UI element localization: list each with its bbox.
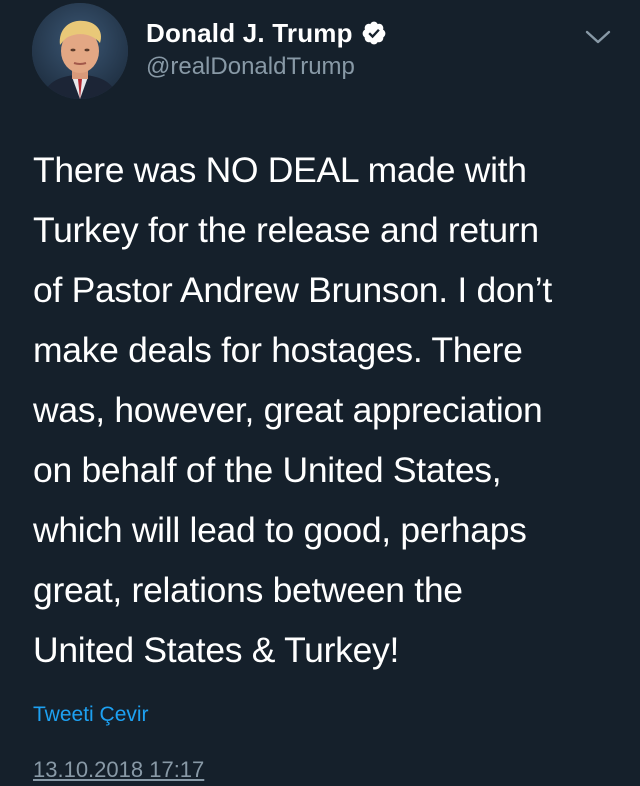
profile-photo-icon [32,3,128,99]
tweet-text-line: which will lead to good, perhaps [33,510,527,550]
tweet: Donald J. Trump @realDonaldTrump There w… [0,0,640,786]
tweet-text-line: There was NO DEAL made with [33,150,527,190]
display-name-row: Donald J. Trump [146,14,387,52]
display-name[interactable]: Donald J. Trump [146,18,353,49]
avatar[interactable] [32,3,128,99]
tweet-text-line: on behalf of the United States, [33,450,502,490]
author-names: Donald J. Trump @realDonaldTrump [146,14,387,81]
tweet-text-line: Turkey for the release and return [33,210,539,250]
tweet-text-line: great, relations between the [33,570,463,610]
chevron-down-icon[interactable] [583,26,613,48]
verified-badge-icon [362,21,386,45]
translate-tweet-link[interactable]: Tweeti Çevir [33,703,149,727]
tweet-text-line: was, however, great appreciation [33,390,543,430]
tweet-text-line: United States & Turkey! [33,630,400,670]
tweet-text: There was NO DEAL made with Turkey for t… [33,140,625,680]
tweet-text-line: make deals for hostages. There [33,330,523,370]
handle[interactable]: @realDonaldTrump [146,53,387,81]
tweet-timestamp[interactable]: 13.10.2018 17:17 [33,757,204,783]
tweet-text-line: of Pastor Andrew Brunson. I don’t [33,270,552,310]
